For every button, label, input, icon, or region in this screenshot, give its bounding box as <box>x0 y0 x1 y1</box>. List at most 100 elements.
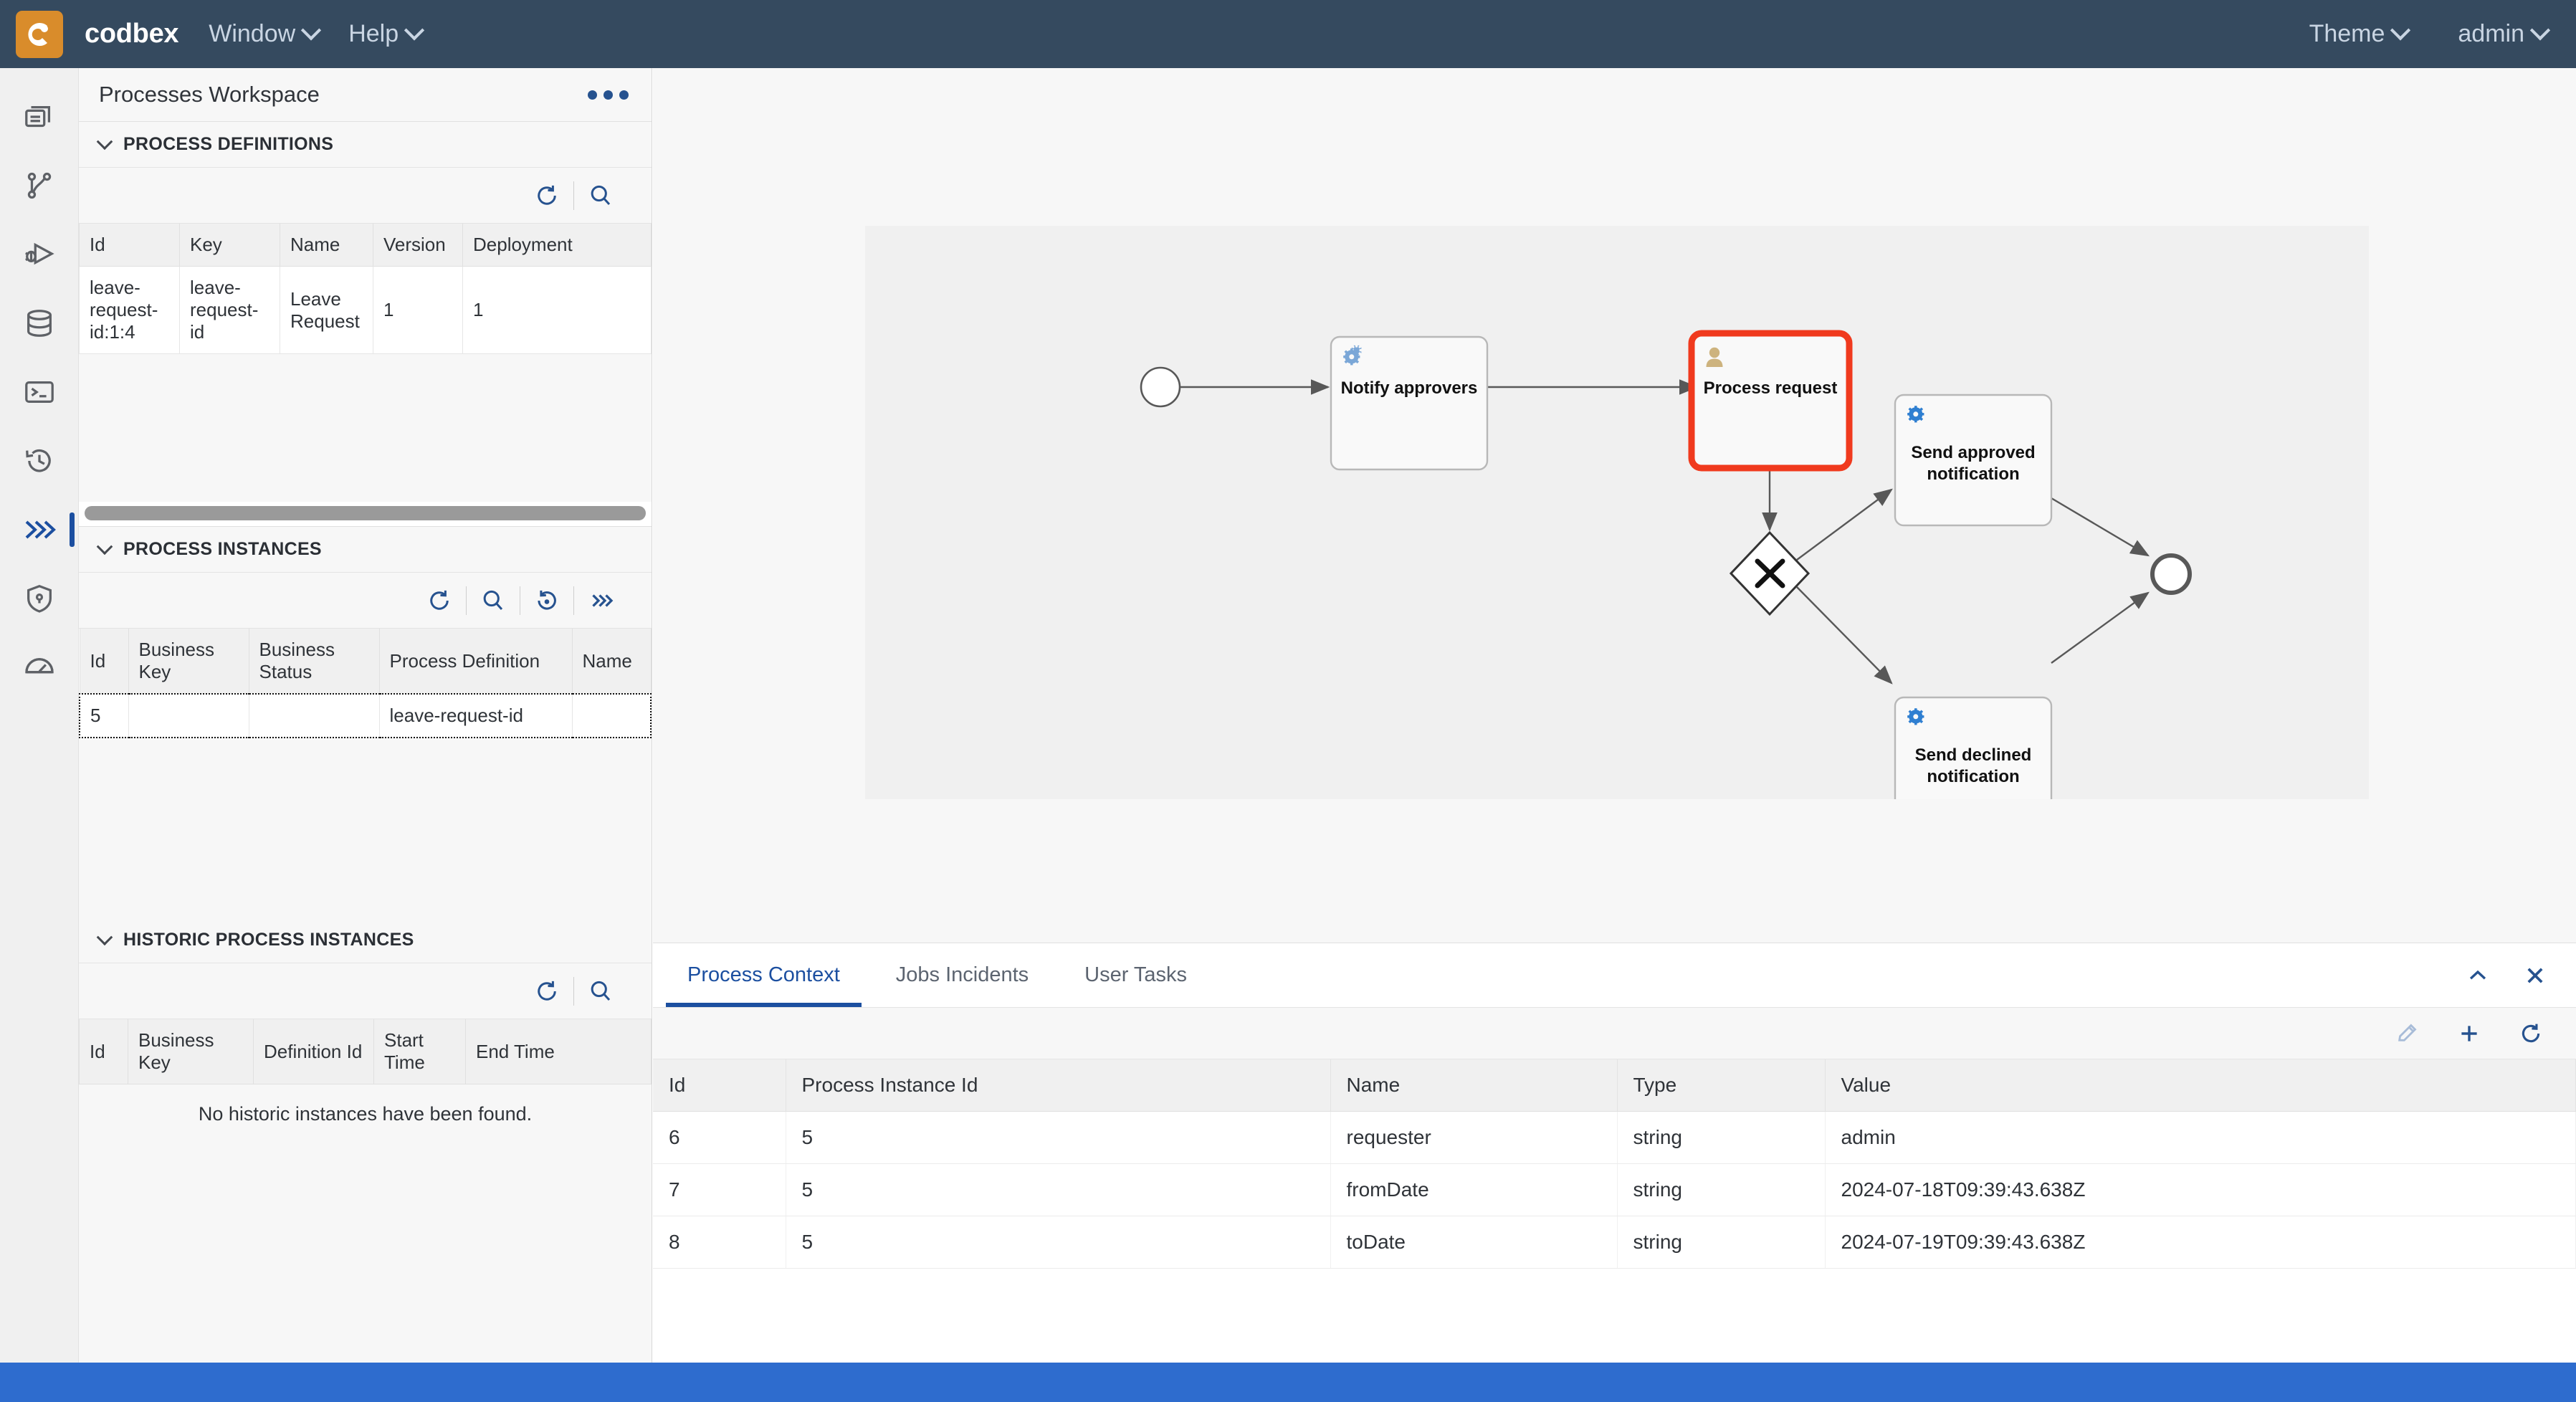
sidebar-item-monitoring[interactable] <box>0 633 79 702</box>
tab-jobs-incidents[interactable]: Jobs Incidents <box>874 943 1050 1007</box>
search-icon[interactable] <box>574 963 627 1019</box>
col-business-key[interactable]: Business Key <box>128 1019 254 1084</box>
historic-empty-message: No historic instances have been found. <box>79 1084 652 1144</box>
sidebar-item-processes[interactable] <box>0 495 79 564</box>
svg-text:notification: notification <box>1927 464 2019 484</box>
col-business-key[interactable]: Business Key <box>128 629 249 695</box>
col-id[interactable]: Id <box>79 629 129 695</box>
bpmn-task-process-request: Process request <box>1688 330 1853 472</box>
cell-name: Leave Request <box>280 266 373 354</box>
col-version[interactable]: Version <box>373 224 463 267</box>
col-business-status[interactable]: Business Status <box>248 629 380 695</box>
col-value[interactable]: Value <box>1825 1059 2576 1112</box>
sidebar-item-history[interactable] <box>0 426 79 495</box>
terminal-icon <box>24 381 54 404</box>
col-end-time[interactable]: End Time <box>465 1019 652 1084</box>
double-chevron-right-icon[interactable] <box>574 573 627 629</box>
section-header-process-definitions[interactable]: PROCESS DEFINITIONS <box>79 122 652 168</box>
process-definitions-table: Id Key Name Version Deployment leave-req… <box>79 224 652 354</box>
section-header-process-instances[interactable]: PROCESS INSTANCES <box>79 527 652 573</box>
cell-process-instance-id: 5 <box>786 1163 1331 1216</box>
table-header-row: Id Business Key Definition Id Start Time… <box>79 1019 652 1084</box>
chevron-down-icon <box>404 19 425 40</box>
sidebar-item-git[interactable] <box>0 151 79 220</box>
process-definitions-empty-space <box>79 354 652 502</box>
menu-theme[interactable]: Theme <box>2309 19 2411 48</box>
col-start-time[interactable]: Start Time <box>373 1019 466 1084</box>
col-definition-id[interactable]: Definition Id <box>253 1019 374 1084</box>
cell-name: toDate <box>1330 1216 1618 1269</box>
menu-user-admin[interactable]: admin <box>2458 19 2551 48</box>
bpmn-task-send-approved-notification: Send approved notification <box>1894 394 2053 527</box>
refresh-icon[interactable] <box>520 168 573 224</box>
tab-process-context[interactable]: Process Context <box>666 943 862 1007</box>
table-header-row: Id Process Instance Id Name Type Value <box>653 1059 2576 1112</box>
sidebar-item-security[interactable] <box>0 564 79 633</box>
bpmn-canvas[interactable]: Notify approvers Process request Send ap… <box>865 226 2369 799</box>
section-header-historic-process-instances[interactable]: HISTORIC PROCESS INSTANCES <box>79 917 652 963</box>
col-name[interactable]: Name <box>571 629 652 695</box>
add-plus-icon[interactable] <box>2457 1021 2481 1046</box>
cell-version: 1 <box>373 266 463 354</box>
cell-id: 8 <box>653 1216 786 1269</box>
cell-type: string <box>1617 1163 1826 1216</box>
sidebar-item-debugger[interactable] <box>0 220 79 289</box>
collapse-chevron-up-icon[interactable] <box>2466 963 2490 988</box>
table-row[interactable]: leave-request-id:1:4 leave-request-id Le… <box>79 266 652 354</box>
cell-id: 6 <box>653 1111 786 1164</box>
col-name[interactable]: Name <box>1330 1059 1618 1112</box>
col-id[interactable]: Id <box>653 1059 786 1112</box>
col-type[interactable]: Type <box>1617 1059 1826 1112</box>
edit-pencil-icon[interactable] <box>2395 1021 2420 1046</box>
process-context-table: Id Process Instance Id Name Type Value 6… <box>653 1059 2576 1269</box>
col-process-instance-id[interactable]: Process Instance Id <box>786 1059 1331 1112</box>
refresh-icon[interactable] <box>2519 1021 2543 1046</box>
col-name[interactable]: Name <box>280 224 373 267</box>
bpmn-task-notify-approvers: Notify approvers <box>1330 335 1489 471</box>
cell-name <box>571 693 652 738</box>
table-row[interactable]: 8 5 toDate string 2024-07-19T09:39:43.63… <box>653 1216 2576 1269</box>
process-instances-section: PROCESS INSTANCES Id Business Key Busine… <box>79 527 652 917</box>
col-key[interactable]: Key <box>179 224 280 267</box>
process-definitions-scroll-track <box>79 502 652 527</box>
col-process-definition[interactable]: Process Definition <box>378 629 573 695</box>
search-icon[interactable] <box>467 573 520 629</box>
col-id[interactable]: Id <box>79 224 180 267</box>
menu-help[interactable]: Help <box>348 19 425 48</box>
close-icon[interactable] <box>2523 963 2547 988</box>
table-row[interactable]: 7 5 fromDate string 2024-07-18T09:39:43.… <box>653 1163 2576 1216</box>
ellipsis-icon[interactable] <box>588 90 629 100</box>
codbex-logo[interactable] <box>16 10 63 58</box>
context-grid-toolbar <box>653 1008 2576 1059</box>
tab-user-tasks[interactable]: User Tasks <box>1063 943 1208 1007</box>
chevron-down-icon <box>96 538 113 555</box>
cell-name: requester <box>1330 1111 1618 1164</box>
chevron-down-icon <box>301 19 322 40</box>
svg-text:Process request: Process request <box>1704 378 1838 398</box>
svg-text:Notify approvers: Notify approvers <box>1341 378 1478 398</box>
section-title-process-instances: PROCESS INSTANCES <box>123 539 322 559</box>
tab-process-context-label: Process Context <box>687 963 840 986</box>
sidebar-item-terminal[interactable] <box>0 358 79 426</box>
sidebar-item-projects[interactable] <box>0 82 79 151</box>
retry-icon[interactable] <box>520 573 573 629</box>
chevron-down-icon <box>96 928 113 945</box>
chevron-down-icon <box>2390 19 2411 40</box>
monitoring-gauge-icon <box>24 658 54 674</box>
col-deployment[interactable]: Deployment <box>462 224 652 267</box>
table-row[interactable]: 6 5 requester string admin <box>653 1111 2576 1164</box>
process-instances-empty-space <box>79 738 652 917</box>
cell-value: 2024-07-19T09:39:43.638Z <box>1825 1216 2576 1269</box>
sidebar-item-database[interactable] <box>0 289 79 358</box>
menu-window[interactable]: Window <box>209 19 322 48</box>
search-icon[interactable] <box>574 168 627 224</box>
tab-user-tasks-label: User Tasks <box>1084 963 1188 986</box>
table-row[interactable]: 5 leave-request-id <box>79 693 652 738</box>
historic-process-instances-section: HISTORIC PROCESS INSTANCES Id Business K… <box>79 917 652 1144</box>
bpmn-exclusive-gateway <box>1729 530 1811 616</box>
process-instances-toolbar <box>79 573 652 629</box>
refresh-icon[interactable] <box>520 963 573 1019</box>
horizontal-scrollbar[interactable] <box>85 506 646 520</box>
col-id[interactable]: Id <box>79 1019 128 1084</box>
refresh-icon[interactable] <box>413 573 466 629</box>
